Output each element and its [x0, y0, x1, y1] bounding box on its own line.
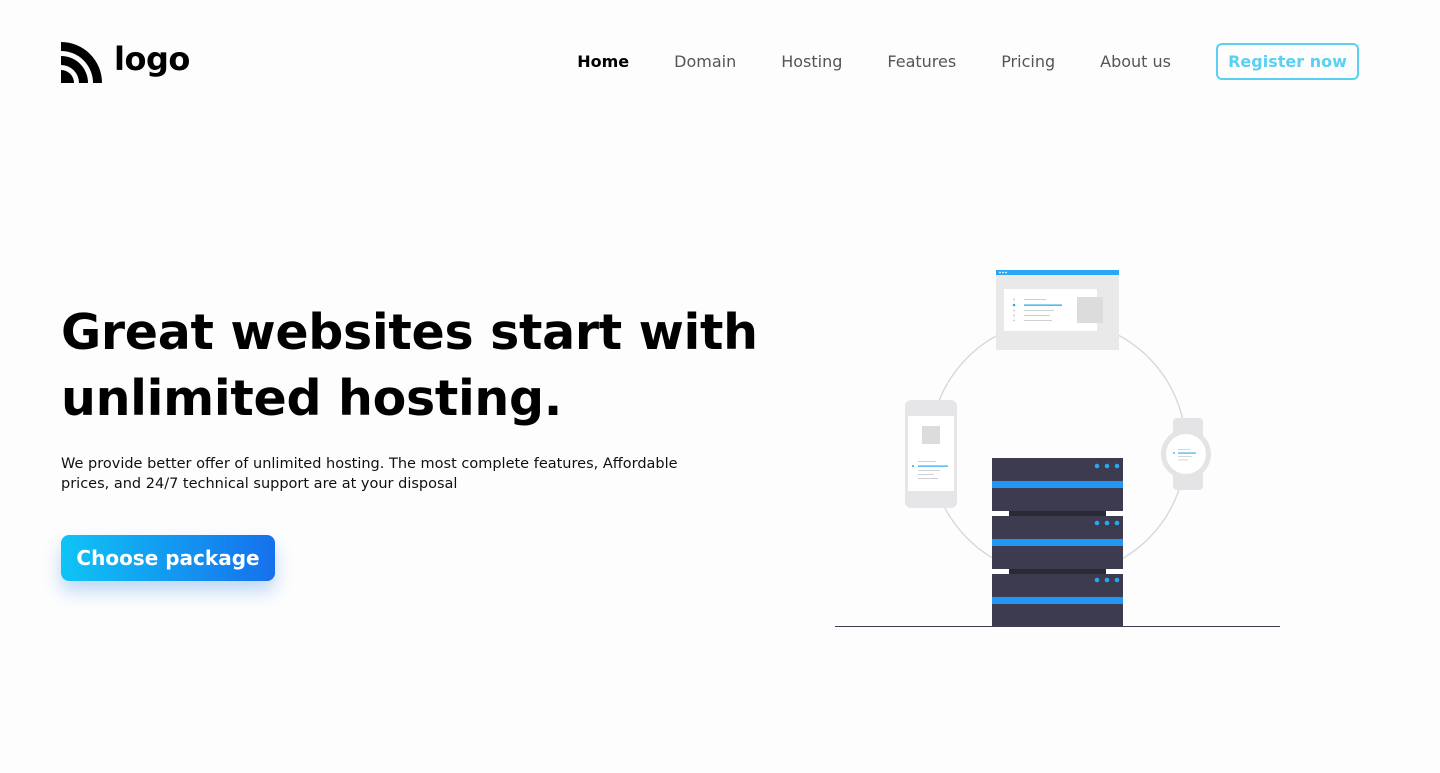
- server-rack-icon: [992, 458, 1123, 626]
- smartwatch-icon: [1161, 418, 1211, 490]
- hero-title-line-1: Great websites start with: [61, 304, 758, 361]
- hosting-illustration: [835, 270, 1280, 627]
- logo-text: logo: [114, 40, 190, 78]
- hero-title: Great websites start with unlimited host…: [61, 300, 761, 432]
- nav-domain[interactable]: Domain: [674, 52, 736, 71]
- nav-features[interactable]: Features: [887, 52, 956, 71]
- hero-description: We provide better offer of unlimited hos…: [61, 456, 678, 492]
- choose-package-button[interactable]: Choose package: [61, 535, 275, 581]
- nav-home[interactable]: Home: [577, 52, 629, 71]
- register-button[interactable]: Register now: [1216, 43, 1359, 80]
- nav-about-us[interactable]: About us: [1100, 52, 1171, 71]
- main-nav: Home Domain Hosting Features Pricing Abo…: [532, 41, 1359, 82]
- browser-window-icon: [996, 270, 1119, 350]
- rss-arcs-icon: [61, 41, 102, 83]
- nav-pricing[interactable]: Pricing: [1001, 52, 1055, 71]
- nav-hosting[interactable]: Hosting: [781, 52, 842, 71]
- smartphone-icon: [905, 400, 957, 508]
- brand-logo[interactable]: logo: [61, 41, 190, 83]
- hero-title-line-2: unlimited hosting.: [61, 370, 563, 427]
